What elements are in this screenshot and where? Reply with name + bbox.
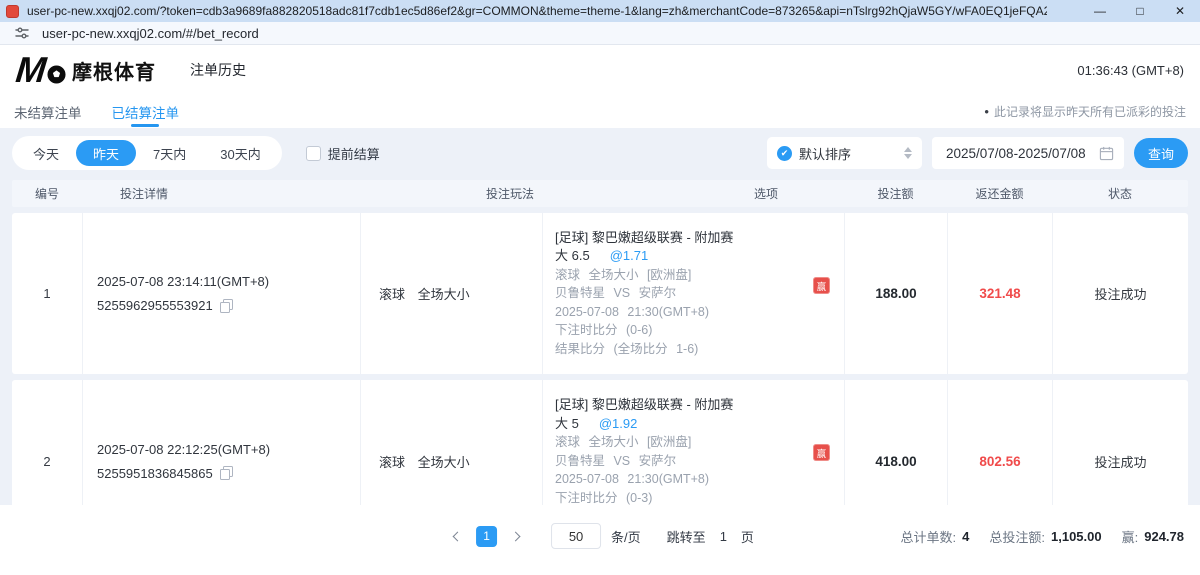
table-row: 1 2025-07-08 23:14:11(GMT+8) 52559629555… (12, 213, 1188, 374)
page-unit-label: 页 (741, 527, 754, 546)
range-today[interactable]: 今天 (16, 140, 76, 166)
col-option: 选项 (542, 185, 844, 202)
tab-active-underline (131, 124, 159, 127)
tab-unsettled[interactable]: 未结算注单 (14, 95, 82, 128)
date-range-group: 今天 昨天 7天内 30天内 (12, 136, 282, 170)
copy-icon[interactable] (220, 299, 233, 313)
total-stake-value: 1,105.00 (1051, 529, 1102, 544)
match-time: 2025-07-08 21:30(GMT+8) (555, 470, 844, 489)
browser-tab-title: user-pc-new.xxqj02.com/?token=cdb3a9689f… (27, 4, 1047, 18)
row-number: 1 (12, 213, 82, 374)
match-time: 2025-07-08 21:30(GMT+8) (555, 303, 844, 322)
range-yesterday[interactable]: 昨天 (76, 140, 136, 166)
close-button[interactable]: ✕ (1160, 4, 1200, 18)
match: 贝鲁特星 VS 安萨尔 (555, 284, 844, 303)
stake-amount: 188.00 (844, 213, 947, 374)
soccer-ball-icon (47, 65, 66, 87)
brand-name: 摩根体育 (72, 56, 156, 85)
win-badge-icon: 赢 (813, 444, 830, 461)
check-circle-icon: ✔ (777, 146, 792, 161)
pagination: 1 条/页 跳转至 1 页 (446, 523, 754, 549)
bullet-icon: • (984, 104, 989, 119)
tab-settled[interactable]: 已结算注单 (112, 95, 180, 128)
bet-score: 下注时比分 (0-6) (555, 321, 844, 340)
range-30days[interactable]: 30天内 (203, 140, 277, 166)
match: 贝鲁特星 VS 安萨尔 (555, 452, 844, 471)
search-button[interactable]: 查询 (1134, 138, 1188, 168)
totals-summary: 总计单数: 4 总投注额: 1,105.00 赢: 924.78 (901, 527, 1184, 546)
total-count-value: 4 (962, 529, 969, 544)
page-size-input[interactable] (551, 523, 601, 549)
total-win-label: 赢: (1122, 527, 1139, 546)
bet-detail-cell: 2025-07-08 23:14:11(GMT+8) 5255962955553… (82, 213, 360, 374)
sort-dropdown[interactable]: ✔ 默认排序 (767, 137, 922, 169)
browser-addressbar: user-pc-new.xxqj02.com/#/bet_record (0, 22, 1200, 45)
browser-titlebar: user-pc-new.xxqj02.com/?token=cdb3a9689f… (0, 0, 1200, 22)
tab-bar: 未结算注单 已结算注单 • 此记录将显示昨天所有已派彩的投注 (0, 95, 1200, 128)
per-page-label: 条/页 (611, 527, 641, 546)
page-title: 注单历史 (190, 60, 246, 80)
market: 滚球 全场大小 [欧洲盘] (555, 433, 844, 452)
result-score: 结果比分 (全场比分 1-6) (555, 340, 844, 359)
total-count-label: 总计单数: (901, 527, 957, 546)
brand-logo: M (16, 50, 64, 90)
next-page-icon[interactable] (507, 526, 527, 546)
notice: • 此记录将显示昨天所有已派彩的投注 (984, 103, 1186, 120)
pick: 大 6.5 (555, 247, 590, 266)
sort-caret-icon (904, 147, 912, 159)
league: [足球] 黎巴嫩超级联赛 - 附加赛 (555, 229, 844, 248)
prev-page-icon[interactable] (446, 526, 466, 546)
range-7days[interactable]: 7天内 (136, 140, 203, 166)
calendar-icon (1099, 146, 1114, 161)
filter-row: 今天 昨天 7天内 30天内 提前结算 ✔ 默认排序 2025/07/08-20… (12, 136, 1188, 170)
maximize-button[interactable]: □ (1120, 4, 1160, 18)
bet-play-cell: 滚球 全场大小 (360, 213, 542, 374)
league: [足球] 黎巴嫩超级联赛 - 附加赛 (555, 396, 844, 415)
early-settle-checkbox[interactable] (306, 146, 321, 161)
odds: @1.92 (599, 415, 638, 434)
total-stake-label: 总投注额: (989, 527, 1045, 546)
col-no: 编号 (12, 185, 82, 202)
col-detail: 投注详情 (82, 185, 360, 202)
win-badge-icon: 赢 (813, 277, 830, 294)
bet-id: 5255951836845865 (97, 466, 213, 481)
col-stake: 投注额 (844, 185, 947, 202)
market: 滚球 全场大小 [欧洲盘] (555, 266, 844, 285)
bet-option-cell: [足球] 黎巴嫩超级联赛 - 附加赛 大 6.5 @1.71 滚球 全场大小 [… (542, 213, 844, 374)
pick: 大 5 (555, 415, 579, 434)
payout-amount: 321.48 (947, 213, 1052, 374)
minimize-button[interactable]: — (1080, 4, 1120, 18)
site-favicon-icon (6, 5, 19, 18)
date-range-input[interactable]: 2025/07/08-2025/07/08 (932, 137, 1124, 169)
jump-page-value[interactable]: 1 (720, 529, 727, 544)
jump-to-label: 跳转至 (667, 527, 706, 546)
col-status: 状态 (1052, 185, 1188, 202)
app-header: M 摩根体育 注单历史 01:36:43 (GMT+8) (0, 45, 1200, 95)
copy-icon[interactable] (220, 466, 233, 480)
page-number-button[interactable]: 1 (476, 526, 497, 547)
col-play: 投注玩法 (360, 185, 542, 202)
early-settle-option[interactable]: 提前结算 (306, 144, 380, 163)
bet-time: 2025-07-08 23:14:11(GMT+8) (97, 274, 360, 289)
col-payout: 返还金额 (947, 185, 1052, 202)
odds: @1.71 (610, 247, 649, 266)
footer-bar: 1 条/页 跳转至 1 页 总计单数: 4 总投注额: 1,105.00 赢: … (0, 505, 1200, 575)
status-text: 投注成功 (1052, 213, 1188, 374)
bet-id: 5255962955553921 (97, 298, 213, 313)
clock: 01:36:43 (GMT+8) (1077, 63, 1184, 78)
total-win-value: 924.78 (1144, 529, 1184, 544)
site-settings-icon[interactable] (14, 25, 30, 41)
bet-time: 2025-07-08 22:12:25(GMT+8) (97, 442, 360, 457)
table-header: 编号 投注详情 投注玩法 选项 投注额 返还金额 状态 (12, 180, 1188, 207)
url-field[interactable]: user-pc-new.xxqj02.com/#/bet_record (42, 26, 259, 41)
